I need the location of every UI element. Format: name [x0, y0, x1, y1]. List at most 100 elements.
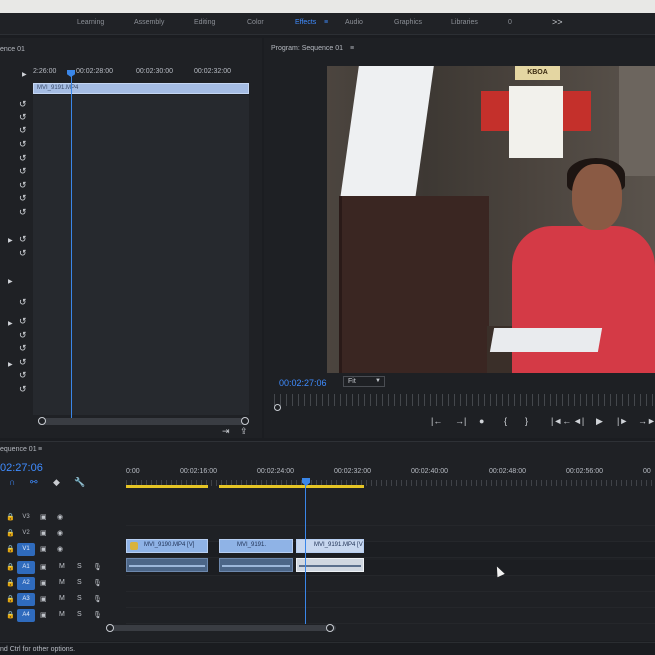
tab-graphics[interactable]: Graphics: [394, 19, 422, 26]
track-name-v2[interactable]: V2: [17, 527, 35, 540]
tab-color[interactable]: Color: [247, 19, 264, 26]
work-area-bar[interactable]: [126, 485, 208, 488]
sync-lock-icon[interactable]: ▣: [40, 563, 47, 571]
sync-lock-icon[interactable]: ▣: [40, 611, 47, 619]
program-zoom-handle[interactable]: [274, 404, 281, 411]
add-marker-icon[interactable]: ◆: [53, 477, 60, 488]
lock-icon[interactable]: 🔒: [6, 611, 15, 619]
reset-parameter-icon[interactable]: ↺: [19, 370, 27, 381]
reset-parameter-icon[interactable]: ↺: [19, 166, 27, 177]
step-forward-button[interactable]: |►: [617, 416, 628, 426]
export-frame-icon[interactable]: ⇪: [240, 426, 248, 437]
source-clip-bar[interactable]: MVI_9191.MP4: [33, 83, 249, 94]
snap-icon[interactable]: ∩: [9, 477, 15, 487]
sync-lock-icon[interactable]: ▣: [40, 529, 47, 537]
reset-parameter-icon[interactable]: ↺: [19, 316, 27, 327]
reset-parameter-icon[interactable]: ↺: [19, 384, 27, 395]
reset-parameter-icon[interactable]: ↺: [19, 139, 27, 150]
go-to-out-button[interactable]: →|: [455, 416, 466, 426]
track-lane-a3[interactable]: [126, 592, 655, 608]
zoom-select[interactable]: Fit ▼: [343, 376, 385, 387]
track-name-a4[interactable]: A4: [17, 609, 35, 622]
mute-button[interactable]: M: [59, 563, 65, 570]
track-name-a2[interactable]: A2: [17, 577, 35, 590]
audio-clip[interactable]: [126, 558, 208, 572]
lock-icon[interactable]: 🔒: [6, 545, 15, 553]
work-area-bar[interactable]: [219, 485, 364, 488]
expand-triangle-icon[interactable]: ▶: [8, 278, 13, 285]
program-time-ruler[interactable]: [274, 394, 655, 406]
reset-parameter-icon[interactable]: ↺: [19, 193, 27, 204]
reset-parameter-icon[interactable]: ↺: [19, 357, 27, 368]
expand-triangle-icon[interactable]: ▶: [8, 237, 13, 244]
tab-effects[interactable]: Effects: [295, 19, 316, 26]
lock-icon[interactable]: 🔒: [6, 513, 15, 521]
timeline-menu-icon[interactable]: ≡: [38, 446, 42, 453]
track-name-v1[interactable]: V1: [17, 543, 35, 556]
timeline-horizontal-scrollbar[interactable]: [106, 624, 336, 632]
timeline-timecode[interactable]: 02:27:06: [0, 462, 43, 474]
more-workspaces-icon[interactable]: >>: [552, 17, 563, 27]
solo-button[interactable]: S: [77, 563, 82, 570]
track-lane-v3[interactable]: [126, 510, 655, 526]
eye-icon[interactable]: ◉: [57, 529, 63, 537]
microphone-icon[interactable]: 🎙: [93, 579, 102, 587]
expand-triangle-icon[interactable]: ▶: [8, 361, 13, 368]
microphone-icon[interactable]: 🎙: [93, 595, 102, 603]
audio-clip[interactable]: [219, 558, 293, 572]
track-lane-a2[interactable]: [126, 576, 655, 592]
track-name-a3[interactable]: A3: [17, 593, 35, 606]
source-horizontal-scrollbar[interactable]: [38, 417, 249, 425]
sync-lock-icon[interactable]: ▣: [40, 513, 47, 521]
mark-out-button[interactable]: }: [525, 416, 528, 426]
go-to-in-button[interactable]: |←: [431, 416, 442, 426]
tab-other[interactable]: 0: [508, 19, 512, 26]
lock-icon[interactable]: 🔒: [6, 563, 15, 571]
microphone-icon[interactable]: 🎙: [93, 563, 102, 571]
microphone-icon[interactable]: 🎙: [93, 611, 102, 619]
tab-learning[interactable]: Learning: [77, 19, 104, 26]
solo-button[interactable]: S: [77, 579, 82, 586]
mute-button[interactable]: M: [59, 579, 65, 586]
scroll-handle-right[interactable]: [241, 417, 249, 425]
reset-parameter-icon[interactable]: ↺: [19, 207, 27, 218]
add-marker-button[interactable]: ●: [479, 416, 484, 426]
lock-icon[interactable]: 🔒: [6, 579, 15, 587]
tab-audio[interactable]: Audio: [345, 19, 363, 26]
track-name-v3[interactable]: V3: [17, 511, 35, 524]
reset-parameter-icon[interactable]: ↺: [19, 112, 27, 123]
wrench-icon[interactable]: 🔧: [74, 477, 85, 488]
linked-selection-icon[interactable]: ⚯: [30, 477, 38, 488]
program-menu-icon[interactable]: ≡: [350, 45, 354, 52]
reset-parameter-icon[interactable]: ↺: [19, 153, 27, 164]
reset-parameter-icon[interactable]: ↺: [19, 343, 27, 354]
track-lane-a4[interactable]: [126, 608, 655, 624]
program-timecode[interactable]: 00:02:27:06: [279, 378, 327, 388]
solo-button[interactable]: S: [77, 595, 82, 602]
reset-parameter-icon[interactable]: ↺: [19, 180, 27, 191]
play-button[interactable]: ▶: [596, 416, 603, 427]
scroll-handle-right[interactable]: [326, 624, 334, 632]
reset-parameter-icon[interactable]: ↺: [19, 99, 27, 110]
tab-editing[interactable]: Editing: [194, 19, 215, 26]
reset-parameter-icon[interactable]: ↺: [19, 248, 27, 259]
track-name-a1[interactable]: A1: [17, 561, 35, 574]
scroll-handle-left[interactable]: [38, 417, 46, 425]
mark-in-button[interactable]: {: [504, 416, 507, 426]
effects-menu-icon[interactable]: ≡: [324, 19, 328, 26]
lock-icon[interactable]: 🔒: [6, 595, 15, 603]
sync-lock-icon[interactable]: ▣: [40, 545, 47, 553]
timeline-title[interactable]: equence 01: [0, 446, 37, 453]
reset-parameter-icon[interactable]: ↺: [19, 125, 27, 136]
eye-icon[interactable]: ◉: [57, 545, 63, 553]
video-clip[interactable]: MVI_9191.MP4 [V: [296, 539, 364, 553]
go-to-previous-edit-button[interactable]: |◄←: [551, 416, 571, 426]
sync-lock-icon[interactable]: ▣: [40, 579, 47, 587]
program-video-frame[interactable]: KBOA: [327, 66, 655, 373]
step-back-button[interactable]: ◄|: [573, 416, 584, 426]
tab-libraries[interactable]: Libraries: [451, 19, 478, 26]
tab-assembly[interactable]: Assembly: [134, 19, 164, 26]
mute-button[interactable]: M: [59, 595, 65, 602]
solo-button[interactable]: S: [77, 611, 82, 618]
video-clip[interactable]: MVI_9191.: [219, 539, 293, 553]
